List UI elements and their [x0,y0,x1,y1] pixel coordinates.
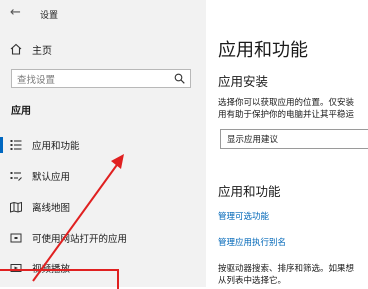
search-input[interactable]: 查找设置 [11,69,191,88]
page-title: 应用和功能 [218,40,308,61]
sidebar-item-apps-for-websites[interactable]: 可使用网站打开的应用 [0,228,206,248]
apps-list-description: 按驱动器搜索、排序和筛选。如果想 从列表中选择它。 [218,263,368,287]
offline-maps-icon [10,201,22,213]
sidebar-item-apps-features[interactable]: 应用和功能 [0,135,206,155]
install-heading: 应用安装 [218,74,269,89]
dropdown-selected-value: 显示应用建议 [227,135,279,145]
sidebar-item-label: 可使用网站打开的应用 [32,234,128,245]
apps-list-description-line-2: 从列表中选择它。 [218,276,287,286]
sidebar-item-default-apps[interactable]: 默认应用 [0,166,206,186]
install-description-line-2: 用有助于保护你的电脑并让其平稳运 [218,110,355,120]
title-bar: ← 设置 [0,0,206,28]
sidebar: ← 设置 主页 查找设置 应用 应用和功能 默认应用 离线地图 可使用网站打开的… [0,0,206,289]
optional-features-link[interactable]: 管理可选功能 [218,210,269,222]
search-placeholder: 查找设置 [17,75,56,86]
app-execution-aliases-link[interactable]: 管理应用执行别名 [218,236,286,248]
sidebar-item-label: 应用和功能 [32,141,80,152]
nav-home[interactable]: 主页 [0,40,206,58]
apps-list-description-line-1: 按驱动器搜索、排序和筛选。如果想 [218,264,355,274]
window-title: 设置 [40,11,59,21]
section-label-apps: 应用 [11,106,31,117]
search-icon [174,73,185,84]
sidebar-item-label: 默认应用 [32,172,71,183]
home-icon [10,43,22,55]
sidebar-item-offline-maps[interactable]: 离线地图 [0,197,206,217]
back-arrow-icon[interactable]: ← [10,5,21,20]
home-label: 主页 [32,46,52,57]
sidebar-item-label: 离线地图 [32,203,71,214]
app-install-dropdown[interactable]: 显示应用建议 [220,129,368,149]
main-content: 应用和功能 应用安装 选择你可以获取应用的位置。仅安装 用有助于保护你的电脑并让… [206,0,368,287]
install-description: 选择你可以获取应用的位置。仅安装 用有助于保护你的电脑并让其平稳运 [218,97,368,121]
sidebar-item-video-playback[interactable]: 视频播放 [0,258,206,278]
selection-indicator [0,137,3,153]
apps-features-icon [10,140,22,150]
apps-features-heading: 应用和功能 [218,184,281,199]
install-description-line-1: 选择你可以获取应用的位置。仅安装 [218,98,355,108]
default-apps-icon [10,172,22,181]
apps-for-websites-icon [10,233,22,243]
video-playback-icon [10,264,22,272]
sidebar-item-label: 视频播放 [32,264,71,275]
